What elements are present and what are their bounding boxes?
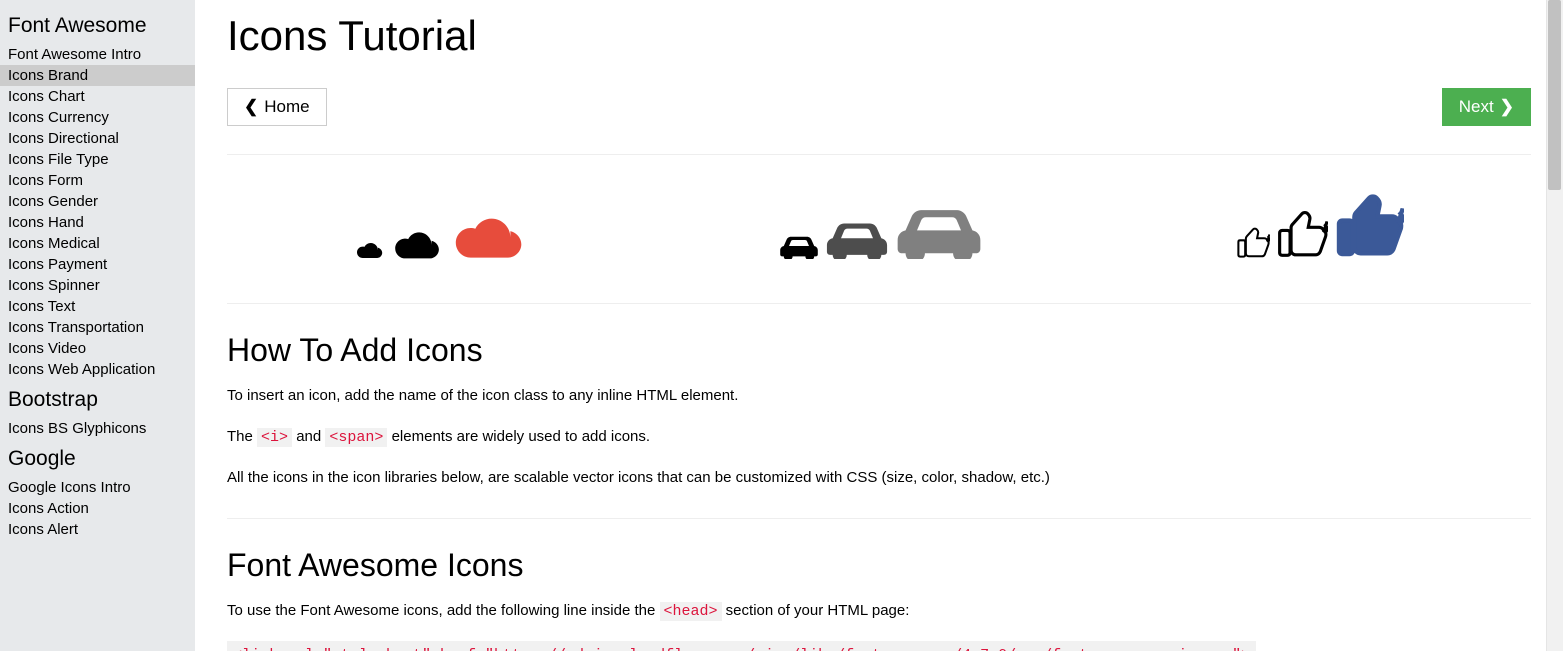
car-icon-group (779, 204, 983, 263)
sidebar-item[interactable]: Icons Transportation (0, 317, 195, 338)
sidebar-item[interactable]: Icons Medical (0, 233, 195, 254)
thumb-icon-group (1236, 189, 1404, 263)
next-button[interactable]: Next ❯ (1442, 88, 1531, 126)
cloud-icon (448, 203, 526, 263)
chevron-right-icon: ❯ (1500, 97, 1514, 117)
sidebar-item[interactable]: Icons BS Glyphicons (0, 418, 195, 439)
car-icon (779, 234, 819, 263)
sidebar-item[interactable]: Icons Hand (0, 212, 195, 233)
divider (227, 518, 1531, 519)
code-span-tag: <span> (325, 428, 387, 447)
sidebar-item[interactable]: Icons Currency (0, 107, 195, 128)
sidebar-heading: Font Awesome (0, 6, 195, 44)
thumbs-up-icon (1236, 225, 1270, 263)
fa-linkcode-wrap: <link rel="stylesheet" href="https://cdn… (227, 641, 1531, 651)
thumbs-up-icon (1334, 189, 1404, 263)
scrollbar[interactable] (1546, 0, 1563, 651)
nav-row: ❮ Home Next ❯ (227, 88, 1531, 126)
sidebar-item[interactable]: Icons Spinner (0, 275, 195, 296)
sidebar-item[interactable]: Font Awesome Intro (0, 44, 195, 65)
sidebar-item[interactable]: Icons Brand (0, 65, 195, 86)
home-label: Home (264, 97, 309, 117)
scrollbar-thumb[interactable] (1548, 0, 1561, 190)
cloud-icon (354, 237, 384, 263)
car-icon (895, 204, 983, 263)
sidebar-item[interactable]: Icons Action (0, 498, 195, 519)
main-content: Icons Tutorial ❮ Home Next ❯ How To Add … (195, 0, 1563, 651)
sidebar-item[interactable]: Icons Text (0, 296, 195, 317)
sidebar-item[interactable]: Icons Form (0, 170, 195, 191)
next-label: Next (1459, 97, 1494, 117)
sidebar-item[interactable]: Icons Chart (0, 86, 195, 107)
home-button[interactable]: ❮ Home (227, 88, 327, 126)
howto-p2: The <i> and <span> elements are widely u… (227, 426, 1531, 450)
sidebar-item[interactable]: Icons Alert (0, 519, 195, 540)
fa-p1: To use the Font Awesome icons, add the f… (227, 600, 1531, 624)
sidebar-item[interactable]: Icons Directional (0, 128, 195, 149)
page-title: Icons Tutorial (227, 12, 1531, 60)
fa-link-code: <link rel="stylesheet" href="https://cdn… (227, 641, 1256, 651)
icon-showcase (227, 183, 1531, 275)
cloud-icon (390, 222, 442, 263)
cloud-icon-group (354, 203, 526, 263)
sidebar: Font AwesomeFont Awesome IntroIcons Bran… (0, 0, 195, 651)
thumbs-up-icon (1276, 207, 1328, 263)
chevron-left-icon: ❮ (244, 97, 258, 117)
howto-p3: All the icons in the icon libraries belo… (227, 467, 1531, 490)
sidebar-item[interactable]: Icons Video (0, 338, 195, 359)
sidebar-item[interactable]: Icons Gender (0, 191, 195, 212)
sidebar-item[interactable]: Google Icons Intro (0, 477, 195, 498)
divider (227, 303, 1531, 304)
code-head-tag: <head> (660, 602, 722, 621)
sidebar-item[interactable]: Icons Payment (0, 254, 195, 275)
fa-heading: Font Awesome Icons (227, 547, 1531, 584)
sidebar-item[interactable]: Icons File Type (0, 149, 195, 170)
howto-p1: To insert an icon, add the name of the i… (227, 385, 1531, 408)
code-i-tag: <i> (257, 428, 292, 447)
car-icon (825, 219, 889, 263)
sidebar-heading: Bootstrap (0, 380, 195, 418)
divider (227, 154, 1531, 155)
howto-heading: How To Add Icons (227, 332, 1531, 369)
sidebar-item[interactable]: Icons Web Application (0, 359, 195, 380)
sidebar-heading: Google (0, 439, 195, 477)
